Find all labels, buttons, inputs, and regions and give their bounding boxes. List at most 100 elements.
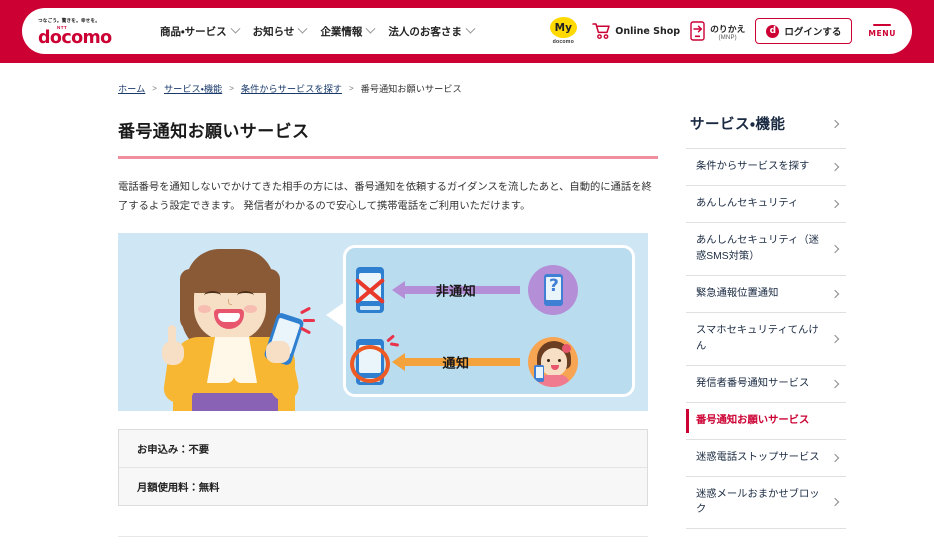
circle-mark-icon — [350, 345, 390, 384]
menu-button[interactable]: MENU — [862, 24, 906, 38]
mnp-label: のりかえ — [710, 23, 746, 34]
sidebar-item-label: あんしんセキュリティ（迷惑SMS対策） — [696, 234, 819, 262]
chevron-right-icon — [830, 162, 840, 172]
breadcrumb-item-current: 番号通知お願いサービス — [360, 84, 462, 94]
nav-label: 商品・サービス — [160, 25, 227, 38]
login-button-label: ログインする — [784, 27, 842, 38]
woman-eye-right — [237, 291, 254, 300]
woman-skirt — [192, 393, 278, 412]
sidebar-item-anshin-security[interactable]: あんしんセキュリティ — [686, 184, 846, 222]
ringing-lines-icon — [386, 333, 402, 349]
online-shop-button[interactable]: Online Shop — [592, 22, 680, 40]
woman-eye-left — [204, 291, 221, 300]
cross-mark-icon — [352, 269, 388, 311]
chevron-right-icon — [830, 334, 840, 343]
arrow-head-icon — [392, 353, 405, 372]
breadcrumb-item-search-by-condition[interactable]: 条件からサービスを探す — [241, 81, 342, 95]
nav-label: 企業情報 — [320, 25, 363, 38]
woman-nose — [228, 299, 232, 306]
logo-mark: NTT docomo — [38, 25, 142, 48]
chevron-right-icon — [830, 199, 840, 209]
arrow-label-known: 通知 — [442, 355, 470, 371]
shopping-cart-icon — [592, 23, 611, 40]
arrow-known: 通知 — [392, 353, 520, 372]
question-mark-icon: ? — [549, 276, 559, 297]
sidebar-heading-label: サービス・機能 — [690, 117, 786, 133]
sidebar-item-label: 緊急通報位置通知 — [696, 287, 779, 299]
sidebar-item-caller-id-service[interactable]: 発信者番号通知サービス — [686, 364, 846, 402]
chevron-right-icon — [830, 453, 840, 462]
page-title: 番号通知お願いサービス — [118, 122, 310, 141]
arrow-label-unknown: 非通知 — [435, 283, 477, 299]
sidebar-item-label: スマホセキュリティてんけん — [696, 324, 819, 352]
mnp-button[interactable]: のりかえ (MNP) — [690, 21, 745, 41]
woman-hand-left — [162, 341, 184, 366]
caller-phone-icon — [534, 365, 544, 383]
table-row: お申込み：不要 — [137, 445, 210, 457]
ringing-line — [303, 319, 315, 323]
arrow-unknown: 非通知 — [392, 281, 520, 300]
header-bar: つなごう。驚きを。幸せを。 NTT docomo 商品・サービス お知らせ 企業… — [22, 8, 912, 54]
diagram-row-unknown: 非通知 ? — [354, 265, 578, 316]
page-content: 番号通知お願いサービス 電話番号を通知しないでかけてきた相手の方には、番号通知を… — [0, 95, 934, 530]
sidebar-item-anshin-security-sms[interactable]: あんしんセキュリティ（迷惑SMS対策） — [686, 221, 846, 275]
phone-transfer-icon — [690, 21, 705, 41]
chevron-down-icon — [365, 23, 376, 34]
site-header: つなごう。驚きを。幸せを。 NTT docomo 商品・サービス お知らせ 企業… — [0, 0, 934, 63]
content-divider — [118, 536, 648, 537]
sidebar-item-label: あんしんセキュリティ — [696, 197, 799, 209]
login-button[interactable]: d ログインする — [755, 18, 853, 44]
sidebar-item-label: 条件からサービスを探す — [696, 161, 810, 172]
nav-item-news[interactable]: お知らせ — [252, 23, 308, 39]
chevron-right-icon — [830, 498, 840, 507]
chevron-right-icon — [830, 119, 840, 128]
chevron-right-icon — [830, 244, 840, 254]
header-utilities: My docomo Online Shop のりかえ (MNP) d ログインす… — [544, 17, 906, 45]
known-caller-avatar — [528, 337, 578, 388]
sidebar-item-search-by-condition[interactable]: 条件からサービスを探す — [686, 148, 846, 185]
docomo-logo[interactable]: つなごう。驚きを。幸せを。 NTT docomo — [38, 18, 142, 48]
chevron-right-icon — [830, 289, 840, 299]
breadcrumb-item-home[interactable]: ホーム — [118, 81, 145, 95]
chevron-down-icon — [297, 23, 308, 34]
sidebar-item-emergency-location[interactable]: 緊急通報位置通知 — [686, 274, 846, 312]
breadcrumb-separator: > — [229, 83, 234, 93]
sidebar-item-label: 迷惑電話ストップサービス — [696, 451, 820, 463]
sidebar-item-label: 発信者番号通知サービス — [696, 377, 810, 389]
arrow-head-icon — [392, 281, 405, 300]
my-docomo-icon: My — [549, 17, 577, 38]
table-row: 月額使用料：無料 — [119, 467, 647, 505]
sidebar: サービス・機能 条件からサービスを探す あんしんセキュリティ あんしんセキュリテ… — [686, 95, 846, 530]
nav-item-corporate-info[interactable]: 企業情報 — [320, 23, 376, 39]
my-docomo-button[interactable]: My docomo — [544, 17, 582, 45]
ringing-line — [299, 326, 312, 335]
woman-hand-right — [266, 341, 290, 364]
main-column: 番号通知お願いサービス 電話番号を通知しないでかけてきた相手の方には、番号通知を… — [118, 95, 658, 529]
sidebar-heading[interactable]: サービス・機能 — [686, 105, 846, 148]
sidebar-item-number-notification-request[interactable]: 番号通知お願いサービス — [686, 401, 846, 439]
main-navigation: 商品・サービス お知らせ 企業情報 法人のお客さま — [160, 23, 476, 39]
nav-label: 法人のお客さま — [388, 25, 462, 38]
title-underline — [118, 156, 658, 159]
breadcrumb-item-services[interactable]: サービス・機能 — [164, 81, 222, 95]
breadcrumb: ホーム > サービス・機能 > 条件からサービスを探す > 番号通知お願いサービ… — [0, 63, 934, 95]
logo-tagline: つなごう。驚きを。幸せを。 — [38, 18, 101, 23]
my-docomo-sublabel: docomo — [552, 39, 574, 45]
nav-label: お知らせ — [252, 25, 295, 38]
d-account-icon: d — [766, 24, 780, 38]
nav-item-business-customers[interactable]: 法人のお客さま — [388, 23, 476, 39]
chevron-right-icon — [830, 379, 840, 388]
service-info-table: お申込み：不要 月額使用料：無料 — [118, 429, 648, 507]
chevron-down-icon — [230, 23, 241, 34]
blocked-phone-icon — [354, 267, 386, 314]
breadcrumb-separator: > — [348, 83, 354, 93]
sidebar-item-label: 番号通知お願いサービス — [696, 414, 810, 426]
mnp-sublabel: (MNP) — [718, 34, 737, 41]
sidebar-item-smartphone-security-check[interactable]: スマホセキュリティてんけん — [686, 311, 846, 365]
sidebar-item-spam-mail-block[interactable]: 迷惑メールおまかせブロック — [686, 475, 846, 530]
mnp-text: のりかえ (MNP) — [710, 22, 745, 41]
diagram-row-known: 通知 — [350, 334, 578, 388]
sidebar-item-nuisance-call-stop[interactable]: 迷惑電話ストップサービス — [686, 438, 846, 476]
chevron-down-icon — [465, 23, 476, 34]
nav-item-products[interactable]: 商品・サービス — [160, 23, 241, 39]
